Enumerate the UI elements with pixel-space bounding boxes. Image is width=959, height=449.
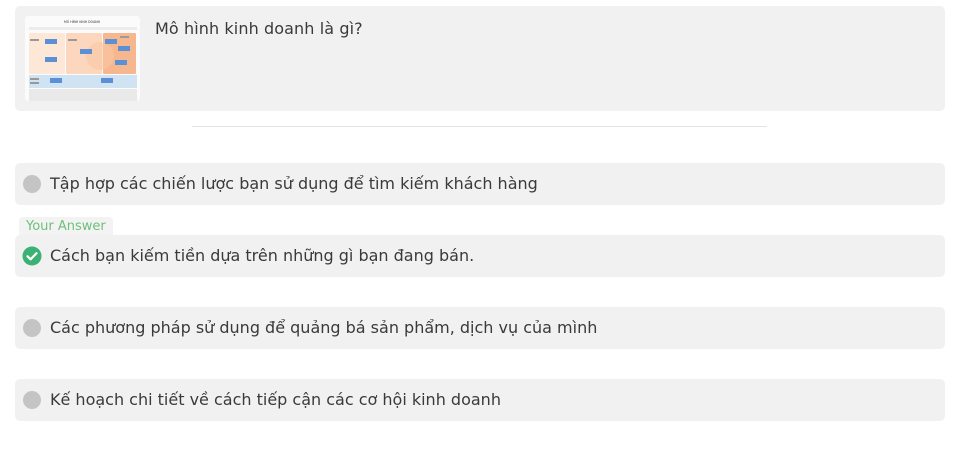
answer-option-label: Tập hợp các chiến lược bạn sử dụng để tì… <box>50 174 538 193</box>
divider <box>192 126 767 127</box>
thumbnail-title: MÔ HÌNH KINH DOANH <box>64 19 101 24</box>
answer-option-label: Kế hoạch chi tiết về cách tiếp cận các c… <box>50 390 501 409</box>
answer-option-3[interactable]: Các phương pháp sử dụng để quảng bá sản … <box>15 307 945 349</box>
answer-option-label: Cách bạn kiếm tiền dựa trên những gì bạn… <box>50 246 475 265</box>
answer-option-label: Các phương pháp sử dụng để quảng bá sản … <box>50 318 598 337</box>
answer-option-2[interactable]: Cách bạn kiếm tiền dựa trên những gì bạn… <box>15 235 945 277</box>
radio-circle-icon[interactable] <box>23 391 41 409</box>
check-circle-icon[interactable] <box>22 246 42 266</box>
radio-circle-icon[interactable] <box>23 319 41 337</box>
your-answer-tag: Your Answer <box>19 217 113 236</box>
business-model-diagram-image: MÔ HÌNH KINH DOANH <box>25 16 140 101</box>
question-text: Mô hình kinh doanh là gì? <box>155 19 363 38</box>
answer-option-1[interactable]: Tập hợp các chiến lược bạn sử dụng để tì… <box>15 163 945 205</box>
question-card: MÔ HÌNH KINH DOANH Mô hình kinh doanh là… <box>15 6 945 111</box>
answer-option-4[interactable]: Kế hoạch chi tiết về cách tiếp cận các c… <box>15 379 945 421</box>
question-thumbnail[interactable]: MÔ HÌNH KINH DOANH <box>25 16 140 101</box>
quiz-page: MÔ HÌNH KINH DOANH Mô hình kinh doanh là… <box>0 0 959 449</box>
radio-circle-icon[interactable] <box>23 175 41 193</box>
